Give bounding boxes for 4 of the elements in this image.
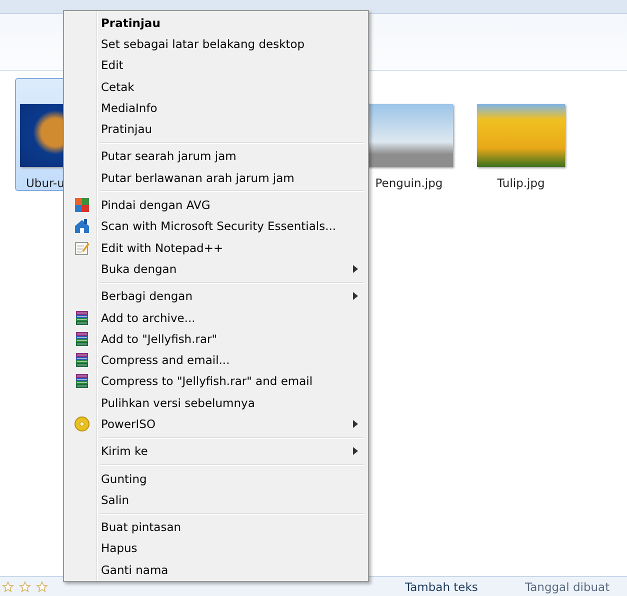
file-name: Tulip.jpg: [497, 176, 545, 190]
date-label: Tanggal dibuat: [525, 580, 610, 594]
file-name: Ubur-u: [26, 176, 64, 190]
file-name: Penguin.jpg: [375, 176, 443, 190]
